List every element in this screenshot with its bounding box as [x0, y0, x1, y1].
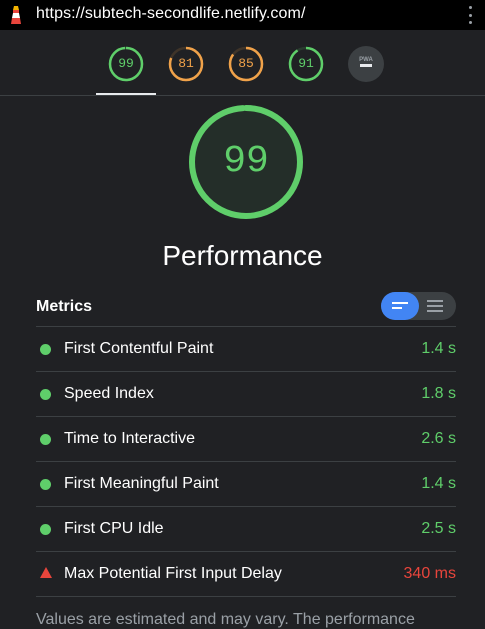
pass-indicator-icon [40, 389, 51, 400]
metric-name: First Meaningful Paint [64, 475, 219, 492]
metric-row: Speed Index 1.8 s [36, 372, 456, 417]
metric-name: First CPU Idle [64, 520, 164, 537]
metric-value: 2.5 s [421, 520, 456, 537]
gauge-best-practices[interactable]: 85 [228, 46, 264, 82]
pass-indicator-icon [40, 434, 51, 445]
metric-name: First Contentful Paint [64, 340, 214, 357]
metrics-label: Metrics [36, 298, 93, 315]
kebab-menu-icon[interactable] [466, 6, 474, 24]
metric-row: First Meaningful Paint 1.4 s [36, 462, 456, 507]
active-tab-indicator [96, 93, 156, 95]
fail-indicator-icon [40, 567, 52, 578]
metric-row: First CPU Idle 2.5 s [36, 507, 456, 552]
metric-name: Max Potential First Input Delay [64, 565, 282, 582]
category-gauges: 99 81 85 91 PWA [0, 30, 485, 96]
page-url[interactable]: https://subtech-secondlife.netlify.com/ [36, 5, 306, 23]
address-bar: https://subtech-secondlife.netlify.com/ [0, 0, 485, 30]
performance-gauge: 99 [188, 104, 304, 220]
pass-indicator-icon [40, 524, 51, 535]
compact-view-button[interactable] [381, 292, 419, 320]
metric-value: 1.4 s [421, 475, 456, 492]
metric-value: 1.4 s [421, 340, 456, 357]
lighthouse-icon [11, 6, 21, 24]
metric-row: Time to Interactive 2.6 s [36, 417, 456, 462]
gauge-pwa[interactable]: PWA [348, 46, 384, 82]
gauge-seo[interactable]: 91 [288, 46, 324, 82]
compact-view-icon [392, 302, 408, 312]
metric-value: 340 ms [403, 565, 456, 582]
metric-name: Speed Index [64, 385, 154, 402]
pass-indicator-icon [40, 344, 51, 355]
performance-score: 99 [223, 140, 269, 183]
category-title: Performance [162, 240, 323, 271]
pwa-badge-icon: PWA [348, 46, 384, 82]
gauge-performance[interactable]: 99 [108, 46, 144, 82]
gauge-score: 81 [178, 56, 194, 71]
svg-text:PWA: PWA [359, 57, 373, 63]
metric-value: 1.8 s [421, 385, 456, 402]
metric-value: 2.6 s [421, 430, 456, 447]
metric-row: First Contentful Paint 1.4 s [36, 327, 456, 372]
pass-indicator-icon [40, 479, 51, 490]
metric-name: Time to Interactive [64, 430, 196, 447]
gauge-accessibility[interactable]: 81 [168, 46, 204, 82]
metric-row: Max Potential First Input Delay 340 ms [36, 552, 456, 597]
estimate-disclaimer: Values are estimated and may vary. The p… [36, 611, 415, 628]
gauge-score: 85 [238, 56, 254, 71]
metrics-header: Metrics [36, 290, 456, 327]
gauge-score: 91 [298, 56, 314, 71]
metrics-view-toggle[interactable] [381, 292, 456, 320]
expanded-view-icon[interactable] [427, 300, 443, 315]
gauge-score: 99 [118, 56, 134, 71]
